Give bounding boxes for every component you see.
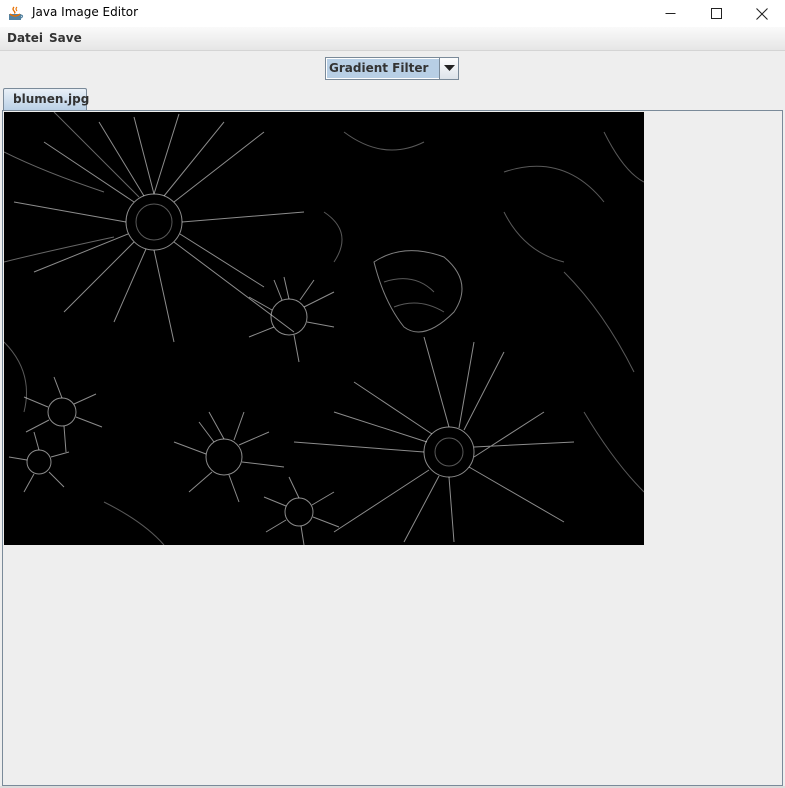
minimize-button[interactable] bbox=[647, 0, 693, 27]
window-title: Java Image Editor bbox=[32, 5, 139, 19]
filter-select-arrow[interactable] bbox=[439, 58, 458, 79]
menu-datei[interactable]: Datei bbox=[7, 31, 43, 45]
close-icon bbox=[756, 7, 768, 20]
maximize-icon bbox=[710, 8, 722, 19]
java-cup-icon bbox=[9, 6, 24, 20]
image-canvas bbox=[4, 112, 644, 545]
menu-save[interactable]: Save bbox=[49, 31, 82, 45]
close-button[interactable] bbox=[739, 0, 785, 27]
minimize-icon bbox=[665, 13, 675, 14]
maximize-button[interactable] bbox=[693, 0, 739, 27]
filter-select[interactable]: Gradient Filter bbox=[325, 57, 459, 80]
tab-blumen[interactable]: blumen.jpg bbox=[3, 88, 90, 111]
filter-select-value[interactable]: Gradient Filter bbox=[327, 59, 439, 78]
tab-label: blumen.jpg bbox=[13, 92, 90, 106]
chevron-down-icon bbox=[443, 65, 455, 71]
title-bar[interactable]: Java Image Editor bbox=[0, 0, 785, 27]
menu-bar: Datei Save bbox=[0, 27, 785, 51]
